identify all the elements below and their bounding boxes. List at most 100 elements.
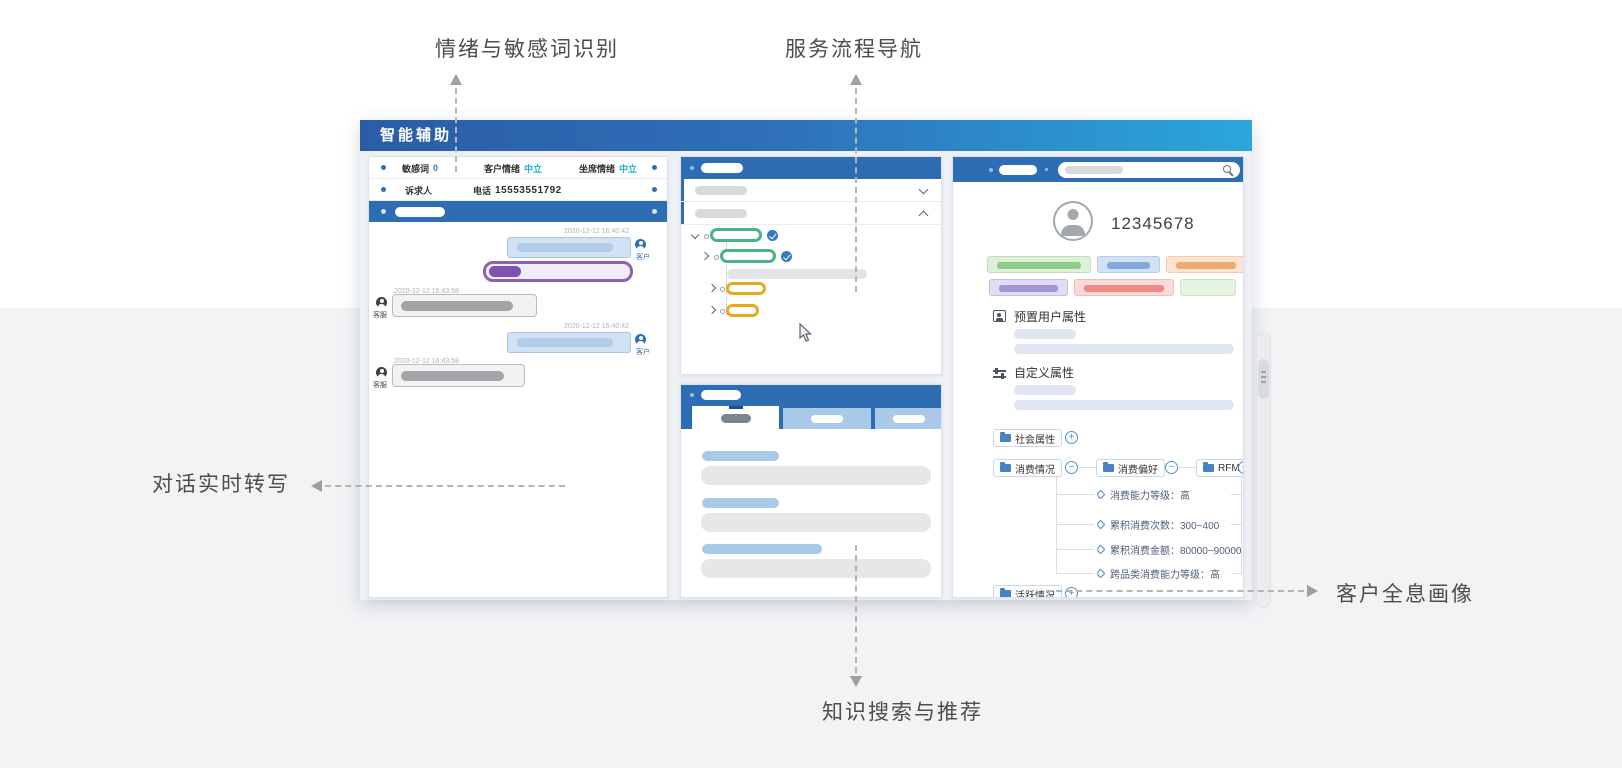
node-label: RFM <box>1218 463 1240 474</box>
scrollbar-thumb[interactable] <box>1258 359 1269 399</box>
search-input[interactable] <box>1058 162 1240 178</box>
tag-icon <box>1096 520 1106 530</box>
session-title-placeholder <box>395 207 445 217</box>
toggle-glyph: − <box>1069 463 1075 473</box>
customer-message-bubble <box>507 332 631 353</box>
collapse-minus-icon[interactable]: − <box>1165 461 1178 474</box>
knowledge-panel <box>680 384 942 598</box>
node-port-icon <box>714 255 719 260</box>
flow-step-pending[interactable] <box>726 282 766 295</box>
collapse-minus-icon[interactable]: − <box>1065 461 1078 474</box>
collapse-minus-icon[interactable]: − <box>1238 461 1244 474</box>
annotation-emotion-line <box>455 88 457 172</box>
transcript-panel: 敏感词 0 客户情绪 中立 坐席情绪 中立 诉求人 电话 1555355 <box>368 156 668 598</box>
tree-connector <box>1056 524 1094 525</box>
node-label: 社会属性 <box>1015 431 1055 446</box>
check-circle-icon <box>767 230 778 241</box>
arrow-up-icon <box>450 74 462 85</box>
expand-plus-icon[interactable]: + <box>1065 431 1078 444</box>
folder-icon <box>1000 464 1011 472</box>
arrow-up-icon <box>850 74 862 85</box>
result-title-placeholder <box>702 451 779 461</box>
result-title-placeholder <box>702 544 822 554</box>
customer-emotion-stat: 客户情绪 中立 <box>484 157 542 179</box>
profile-tag <box>1180 279 1236 296</box>
flow-step-done[interactable] <box>720 249 776 263</box>
attribute-leaf: 累积消费次数：300~400 <box>1097 517 1219 532</box>
node-social-attributes[interactable]: 社会属性 <box>993 429 1062 447</box>
flow-step-done[interactable] <box>710 228 762 242</box>
tree-connector <box>1231 573 1242 574</box>
bullet-icon <box>652 187 657 192</box>
tab-label-placeholder <box>893 415 925 423</box>
result-title-placeholder <box>702 498 779 508</box>
bullet-icon <box>381 187 386 192</box>
bullet-icon <box>1045 168 1048 171</box>
agent-avatar-icon <box>376 297 387 308</box>
tag-text-placeholder <box>997 262 1081 269</box>
node-preference[interactable]: 消费偏好 <box>1096 459 1165 477</box>
bullet-icon <box>690 393 694 397</box>
step-description-placeholder <box>727 269 867 279</box>
flow-step-pending[interactable] <box>726 304 759 317</box>
annotation-transcript-line <box>325 485 565 487</box>
caret-right-icon[interactable] <box>708 306 716 314</box>
custom-attributes-title: 自定义属性 <box>1014 364 1074 381</box>
tag-icon <box>1096 545 1106 555</box>
chat-area[interactable]: 2020-12-12 16:40:42 客户 2020-12-12 16:43:… <box>369 222 667 598</box>
tree-connector <box>1231 494 1242 495</box>
assist-window: 智能辅助 敏感词 0 客户情绪 中立 坐席情绪 中立 <box>360 120 1252 600</box>
customer-avatar <box>1053 201 1093 241</box>
flow-tree <box>681 225 941 375</box>
contact-row: 诉求人 电话 15553551792 <box>369 179 667 201</box>
agent-avatar-icon <box>376 367 387 378</box>
node-port-icon <box>720 309 725 314</box>
expand-plus-icon[interactable]: + <box>1065 587 1078 598</box>
flow-section-collapsed[interactable] <box>681 179 941 202</box>
folder-icon <box>1203 464 1214 472</box>
leaf-text: 累积消费金额：80000~90000 <box>1110 542 1241 557</box>
knowledge-panel-header <box>681 385 941 406</box>
caret-down-icon[interactable] <box>691 231 699 239</box>
leaf-text: 累积消费次数：300~400 <box>1110 517 1219 532</box>
panel-title-placeholder <box>701 390 741 400</box>
agent-role-label: 客服 <box>373 380 387 390</box>
caret-right-icon[interactable] <box>701 252 709 260</box>
customer-role-label: 客户 <box>636 347 650 357</box>
custom-attributes-icon <box>993 367 1006 379</box>
tag-icon <box>1096 569 1106 579</box>
tab-active[interactable] <box>692 406 779 429</box>
annotation-profile-label: 客户全息画像 <box>1336 578 1474 608</box>
phone-number: 15553551792 <box>495 185 562 196</box>
tab-indicator <box>729 406 743 409</box>
chevron-down-icon <box>919 185 929 195</box>
message-time: 2020-12-12 16:40:42 <box>564 228 629 235</box>
tag-text-placeholder <box>999 285 1058 292</box>
chevron-up-icon <box>919 211 929 221</box>
customer-avatar-icon <box>635 239 646 250</box>
attribute-placeholder-bar <box>1014 329 1076 339</box>
flow-section-expanded[interactable] <box>681 202 941 225</box>
arrow-down-icon <box>850 676 862 687</box>
bullet-icon <box>989 168 993 172</box>
knowledge-tabs <box>681 406 941 429</box>
node-rfm[interactable]: RFM <box>1196 459 1244 477</box>
search-icon <box>1223 165 1231 173</box>
page-scrollbar[interactable] <box>1256 332 1271 608</box>
caret-right-icon[interactable] <box>708 284 716 292</box>
result-snippet-placeholder <box>701 559 931 578</box>
section-title-placeholder <box>695 209 747 218</box>
knowledge-results[interactable] <box>681 429 941 598</box>
bullet-icon <box>652 165 657 170</box>
tree-connector <box>1231 524 1242 525</box>
tab-inactive[interactable] <box>875 408 942 429</box>
flow-panel-header <box>681 157 941 179</box>
attribute-placeholder-bar <box>1014 344 1234 354</box>
node-label: 消费偏好 <box>1118 461 1158 476</box>
profile-tag-row <box>987 256 1244 273</box>
highlighted-message-bubble <box>483 261 633 282</box>
folder-icon <box>1000 590 1011 598</box>
tab-inactive[interactable] <box>783 408 871 429</box>
result-snippet-placeholder <box>701 513 931 532</box>
node-consumption[interactable]: 消费情况 <box>993 459 1062 477</box>
